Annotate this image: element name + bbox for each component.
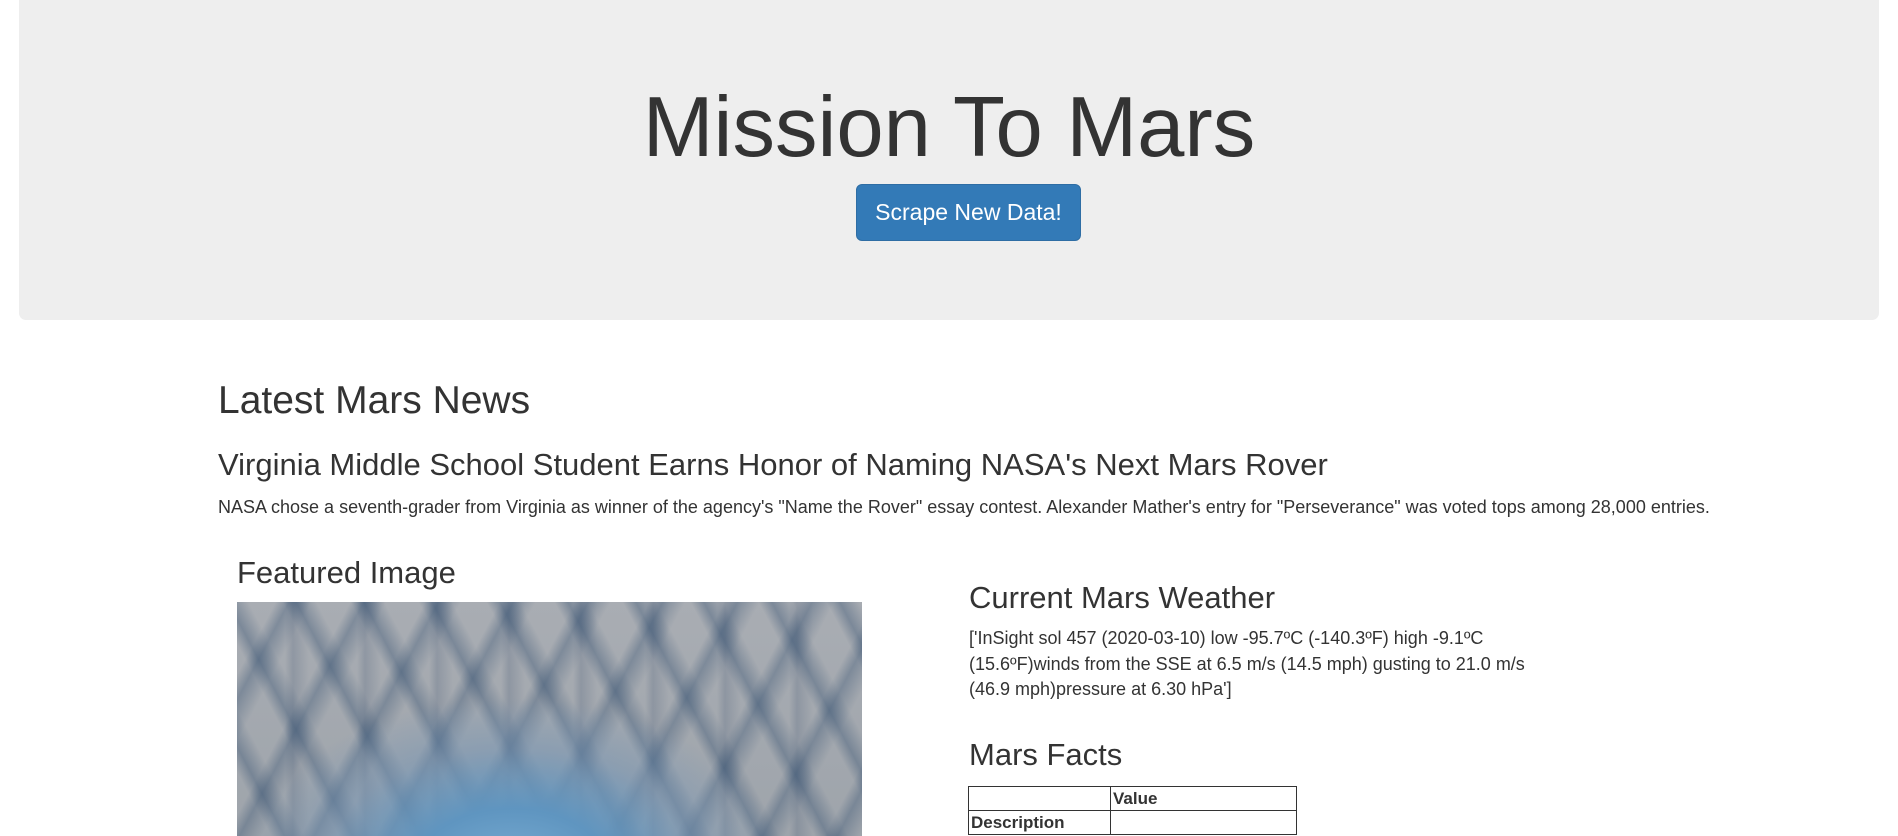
latest-news-heading: Latest Mars News (218, 379, 531, 422)
table-row-label: Description (968, 810, 1111, 835)
featured-image (237, 602, 862, 836)
header-banner: Mission To Mars Scrape New Data! (19, 0, 1879, 320)
weather-heading: Current Mars Weather (969, 580, 1276, 615)
mars-facts-table: Value Description (968, 786, 1297, 835)
table-cell-value (1110, 810, 1297, 835)
table-header-row: Value (968, 786, 1297, 811)
scrape-new-data-button[interactable]: Scrape New Data! (856, 184, 1081, 241)
page-title: Mission To Mars (642, 80, 1256, 175)
table-row: Description (968, 810, 1297, 835)
featured-image-heading: Featured Image (237, 555, 456, 590)
weather-text: ['InSight sol 457 (2020-03-10) low -95.7… (969, 628, 1525, 699)
news-title: Virginia Middle School Student Earns Hon… (218, 447, 1328, 482)
table-header-cell: Value (1110, 786, 1297, 811)
news-paragraph: NASA chose a seventh-grader from Virgini… (218, 497, 1710, 517)
table-header-cell (968, 786, 1111, 811)
mars-facts-heading: Mars Facts (969, 737, 1123, 772)
